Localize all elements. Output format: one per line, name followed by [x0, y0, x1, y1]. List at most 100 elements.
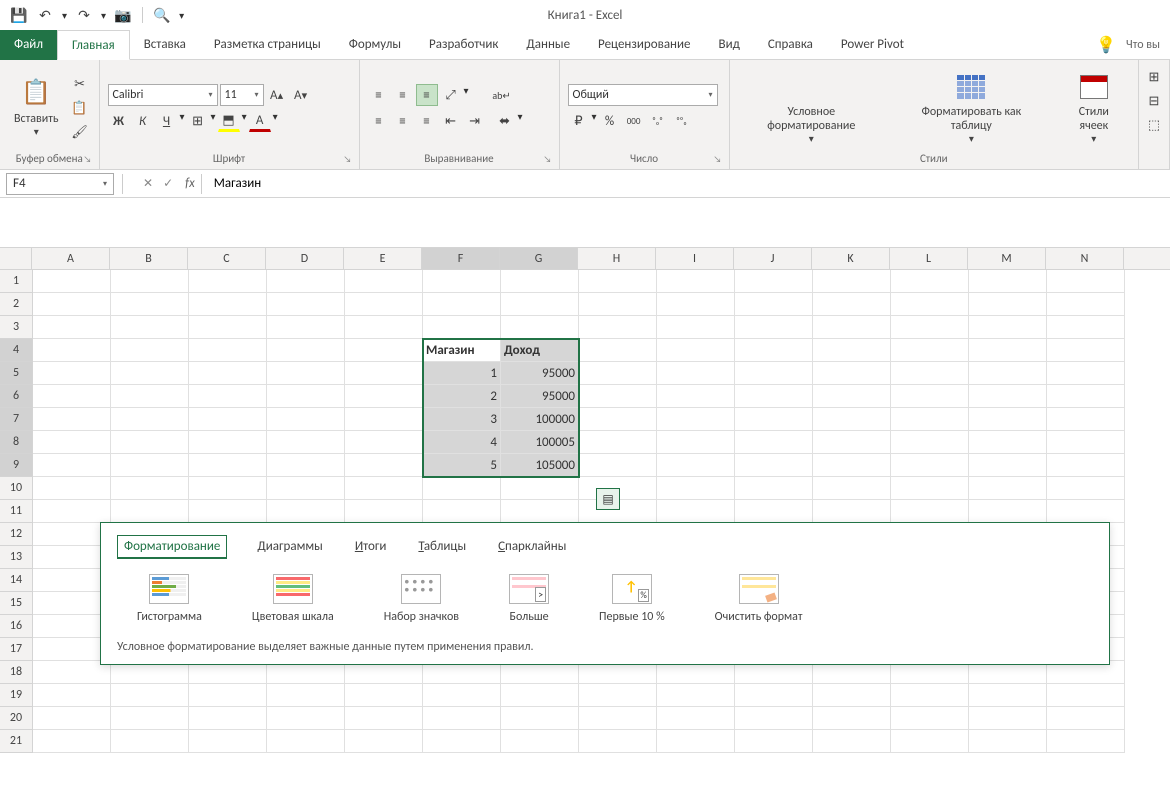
- cell-D2[interactable]: [267, 293, 345, 316]
- cell-B9[interactable]: [111, 454, 189, 477]
- cell-A7[interactable]: [33, 408, 111, 431]
- bold-button[interactable]: Ж: [108, 110, 130, 132]
- tab-data[interactable]: Данные: [512, 30, 584, 60]
- cell-K3[interactable]: [813, 316, 891, 339]
- cell-H9[interactable]: [579, 454, 657, 477]
- cell-E5[interactable]: [345, 362, 423, 385]
- row-header[interactable]: 13: [0, 546, 32, 569]
- cell-B10[interactable]: [111, 477, 189, 500]
- cell-L6[interactable]: [891, 385, 969, 408]
- row-header[interactable]: 5: [0, 362, 32, 385]
- cell-E20[interactable]: [345, 707, 423, 730]
- cell-G20[interactable]: [501, 707, 579, 730]
- percent-button[interactable]: %: [599, 110, 621, 132]
- cell-K4[interactable]: [813, 339, 891, 362]
- cell-C21[interactable]: [189, 730, 267, 753]
- cell-H2[interactable]: [579, 293, 657, 316]
- cell-N4[interactable]: [1047, 339, 1125, 362]
- cell-N2[interactable]: [1047, 293, 1125, 316]
- cell-B3[interactable]: [111, 316, 189, 339]
- cell-G8[interactable]: 100005: [501, 431, 579, 454]
- cell-B5[interactable]: [111, 362, 189, 385]
- font-color-button[interactable]: A: [249, 110, 271, 132]
- insert-cells-button[interactable]: ⊞: [1143, 66, 1165, 88]
- cell-J21[interactable]: [735, 730, 813, 753]
- row-header[interactable]: 3: [0, 316, 32, 339]
- cell-K21[interactable]: [813, 730, 891, 753]
- qa-item-greater[interactable]: Больше: [509, 574, 549, 624]
- cell-D21[interactable]: [267, 730, 345, 753]
- cell-E11[interactable]: [345, 500, 423, 523]
- undo-icon[interactable]: ↶: [36, 6, 54, 24]
- col-header[interactable]: J: [734, 248, 812, 269]
- number-launcher[interactable]: ↘: [714, 154, 726, 166]
- cell-D8[interactable]: [267, 431, 345, 454]
- cell-C19[interactable]: [189, 684, 267, 707]
- cell-J19[interactable]: [735, 684, 813, 707]
- orientation-button[interactable]: ⤢: [440, 84, 462, 106]
- cell-E3[interactable]: [345, 316, 423, 339]
- cell-A8[interactable]: [33, 431, 111, 454]
- cell-D4[interactable]: [267, 339, 345, 362]
- cell-I20[interactable]: [657, 707, 735, 730]
- cell-H21[interactable]: [579, 730, 657, 753]
- cell-C10[interactable]: [189, 477, 267, 500]
- increase-decimal-button[interactable]: ⁰₀⁰: [647, 110, 669, 132]
- cell-B7[interactable]: [111, 408, 189, 431]
- cell-K10[interactable]: [813, 477, 891, 500]
- col-header[interactable]: L: [890, 248, 968, 269]
- col-header[interactable]: A: [32, 248, 110, 269]
- cell-J20[interactable]: [735, 707, 813, 730]
- cell-C9[interactable]: [189, 454, 267, 477]
- cell-M2[interactable]: [969, 293, 1047, 316]
- format-painter-button[interactable]: 🖌: [69, 121, 91, 143]
- cell-A21[interactable]: [33, 730, 111, 753]
- align-right-button[interactable]: ≡: [416, 110, 438, 132]
- row-header[interactable]: 18: [0, 661, 32, 684]
- cell-J9[interactable]: [735, 454, 813, 477]
- cell-F3[interactable]: [423, 316, 501, 339]
- row-header[interactable]: 17: [0, 638, 32, 661]
- comma-button[interactable]: 000: [623, 110, 645, 132]
- tell-me-text[interactable]: Что вы: [1126, 38, 1160, 52]
- cell-K2[interactable]: [813, 293, 891, 316]
- cell-I7[interactable]: [657, 408, 735, 431]
- cell-A20[interactable]: [33, 707, 111, 730]
- row-header[interactable]: 19: [0, 684, 32, 707]
- cell-N9[interactable]: [1047, 454, 1125, 477]
- cell-N7[interactable]: [1047, 408, 1125, 431]
- cell-K5[interactable]: [813, 362, 891, 385]
- cell-G21[interactable]: [501, 730, 579, 753]
- cell-J3[interactable]: [735, 316, 813, 339]
- cell-B20[interactable]: [111, 707, 189, 730]
- col-header[interactable]: I: [656, 248, 734, 269]
- cell-H8[interactable]: [579, 431, 657, 454]
- cell-I6[interactable]: [657, 385, 735, 408]
- tab-review[interactable]: Рецензирование: [584, 30, 704, 60]
- qa-item-iconset[interactable]: ●●●●●●●● Набор значков: [384, 574, 459, 624]
- cell-A1[interactable]: [33, 270, 111, 293]
- col-header[interactable]: N: [1046, 248, 1124, 269]
- tab-home[interactable]: Главная: [57, 30, 130, 60]
- cell-N10[interactable]: [1047, 477, 1125, 500]
- cell-F11[interactable]: [423, 500, 501, 523]
- cell-L9[interactable]: [891, 454, 969, 477]
- cell-H4[interactable]: [579, 339, 657, 362]
- cell-J10[interactable]: [735, 477, 813, 500]
- cell-K1[interactable]: [813, 270, 891, 293]
- tab-formulas[interactable]: Формулы: [335, 30, 415, 60]
- cell-G19[interactable]: [501, 684, 579, 707]
- align-middle-button[interactable]: ≡: [392, 84, 414, 106]
- decrease-decimal-button[interactable]: ⁰⁰₀: [671, 110, 693, 132]
- cell-E4[interactable]: [345, 339, 423, 362]
- cell-H7[interactable]: [579, 408, 657, 431]
- cell-G5[interactable]: 95000: [501, 362, 579, 385]
- merge-button[interactable]: ⬌: [494, 110, 516, 132]
- cell-F1[interactable]: [423, 270, 501, 293]
- cell-B4[interactable]: [111, 339, 189, 362]
- cell-F19[interactable]: [423, 684, 501, 707]
- cell-F4[interactable]: Магазин: [423, 339, 501, 362]
- border-button[interactable]: ⊞: [187, 110, 209, 132]
- grow-font-button[interactable]: A▴: [266, 84, 288, 106]
- cell-A4[interactable]: [33, 339, 111, 362]
